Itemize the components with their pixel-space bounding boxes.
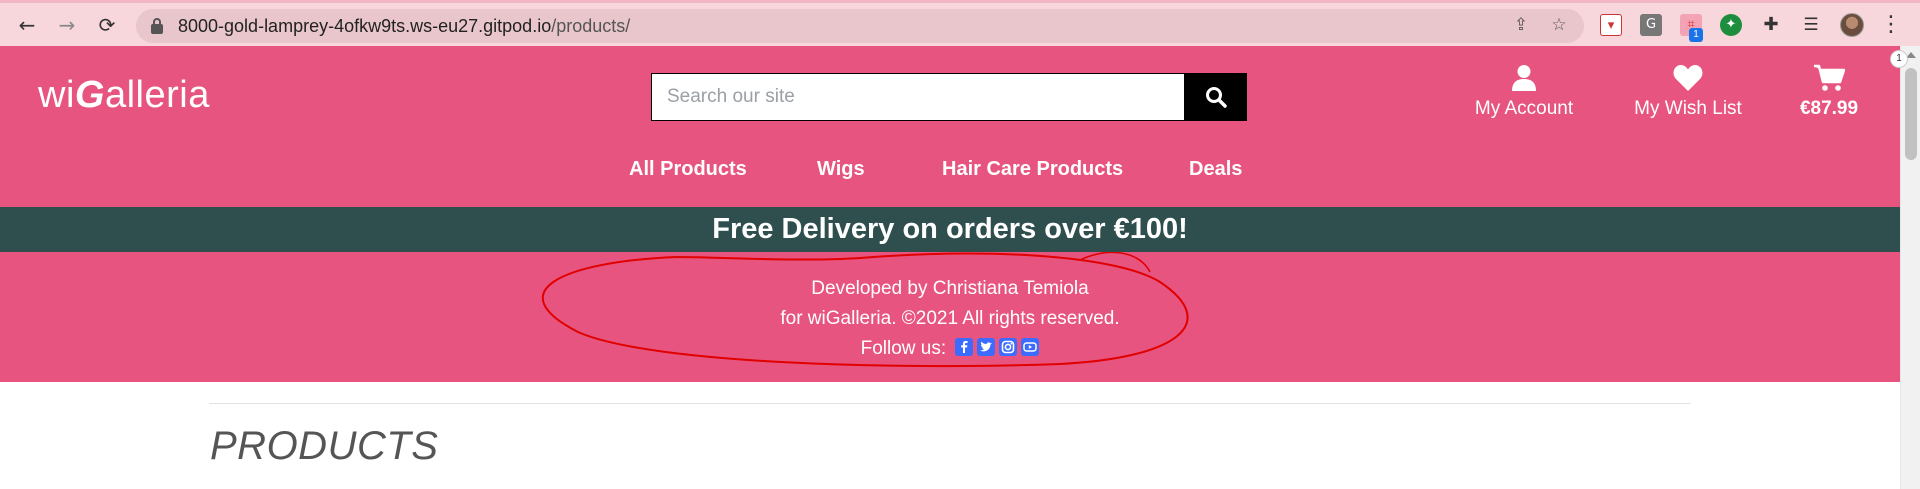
youtube-icon[interactable] <box>1021 338 1040 356</box>
security-extension-icon[interactable]: ✦ <box>1720 14 1742 36</box>
my-account-link[interactable]: My Account <box>1466 64 1582 120</box>
notification-badge: 1 <box>1890 50 1908 68</box>
facebook-icon[interactable] <box>955 338 974 356</box>
page-scrollbar[interactable] <box>1900 46 1920 489</box>
page-title: PRODUCTS <box>210 424 439 468</box>
social-links <box>955 338 1040 356</box>
developer-line: Developed by Christiana Temiola <box>811 278 1089 299</box>
search-button[interactable] <box>1185 73 1247 121</box>
address-bar[interactable]: 8000-gold-lamprey-4ofkw9ts.ws-eu27.gitpo… <box>136 9 1584 43</box>
forward-icon[interactable]: → <box>54 12 80 38</box>
scrollbar-thumb[interactable] <box>1905 68 1917 160</box>
delivery-banner: Free Delivery on orders over €100! <box>0 207 1900 252</box>
search-form <box>651 73 1247 121</box>
search-icon <box>1206 87 1227 108</box>
search-input[interactable] <box>651 73 1185 121</box>
rights-line: for wiGalleria. ©2021 All rights reserve… <box>780 308 1120 329</box>
cart-link[interactable]: €87.99 <box>1792 64 1866 120</box>
follow-us-label: Follow us: <box>860 338 947 359</box>
my-account-label: My Account <box>1474 98 1574 119</box>
nav-hair-care-products[interactable]: Hair Care Products <box>942 158 1123 181</box>
heart-icon <box>1673 65 1703 91</box>
shield-extension-icon[interactable]: ▾ <box>1600 14 1622 36</box>
main-content: PRODUCTS <box>0 382 1900 489</box>
shopping-cart-icon <box>1814 64 1845 91</box>
my-wishlist-link[interactable]: My Wish List <box>1626 64 1750 120</box>
divider <box>209 403 1691 404</box>
browser-toolbar: ← → ⟳ 8000-gold-lamprey-4ofkw9ts.ws-eu27… <box>0 0 1920 46</box>
site-logo[interactable]: wiGalleria <box>38 74 210 117</box>
back-icon[interactable]: ← <box>14 12 40 38</box>
developer-credits: Developed by Christiana Temiola for wiGa… <box>0 252 1900 382</box>
main-navigation: All Products Wigs Hair Care Products Dea… <box>0 158 1900 198</box>
nav-deals[interactable]: Deals <box>1189 158 1242 181</box>
cart-total: €87.99 <box>1799 98 1859 119</box>
user-icon <box>1512 65 1536 91</box>
my-wishlist-label: My Wish List <box>1634 98 1742 119</box>
instagram-icon[interactable] <box>999 338 1018 356</box>
share-icon[interactable]: ⇪ <box>1510 15 1532 37</box>
twitter-icon[interactable] <box>977 338 996 356</box>
site-header: wiGalleria My Account My Wish List €87.9… <box>0 46 1900 207</box>
nav-all-products[interactable]: All Products <box>629 158 747 181</box>
profile-avatar[interactable] <box>1840 13 1864 37</box>
bookmark-star-icon[interactable]: ☆ <box>1548 15 1570 37</box>
puzzle-extensions-icon[interactable]: ✚ <box>1760 14 1782 36</box>
extension-badge: 1 <box>1689 28 1703 42</box>
reading-list-icon[interactable]: ☰ <box>1800 14 1822 36</box>
reload-icon[interactable]: ⟳ <box>94 12 120 38</box>
follow-us-line: Follow us: <box>0 338 1900 360</box>
browser-menu-icon[interactable]: ⋮ <box>1880 12 1902 38</box>
lock-icon <box>151 18 163 34</box>
nav-wigs[interactable]: Wigs <box>817 158 865 181</box>
url-text: 8000-gold-lamprey-4ofkw9ts.ws-eu27.gitpo… <box>178 16 631 36</box>
grammar-extension-icon[interactable]: G <box>1640 14 1662 36</box>
